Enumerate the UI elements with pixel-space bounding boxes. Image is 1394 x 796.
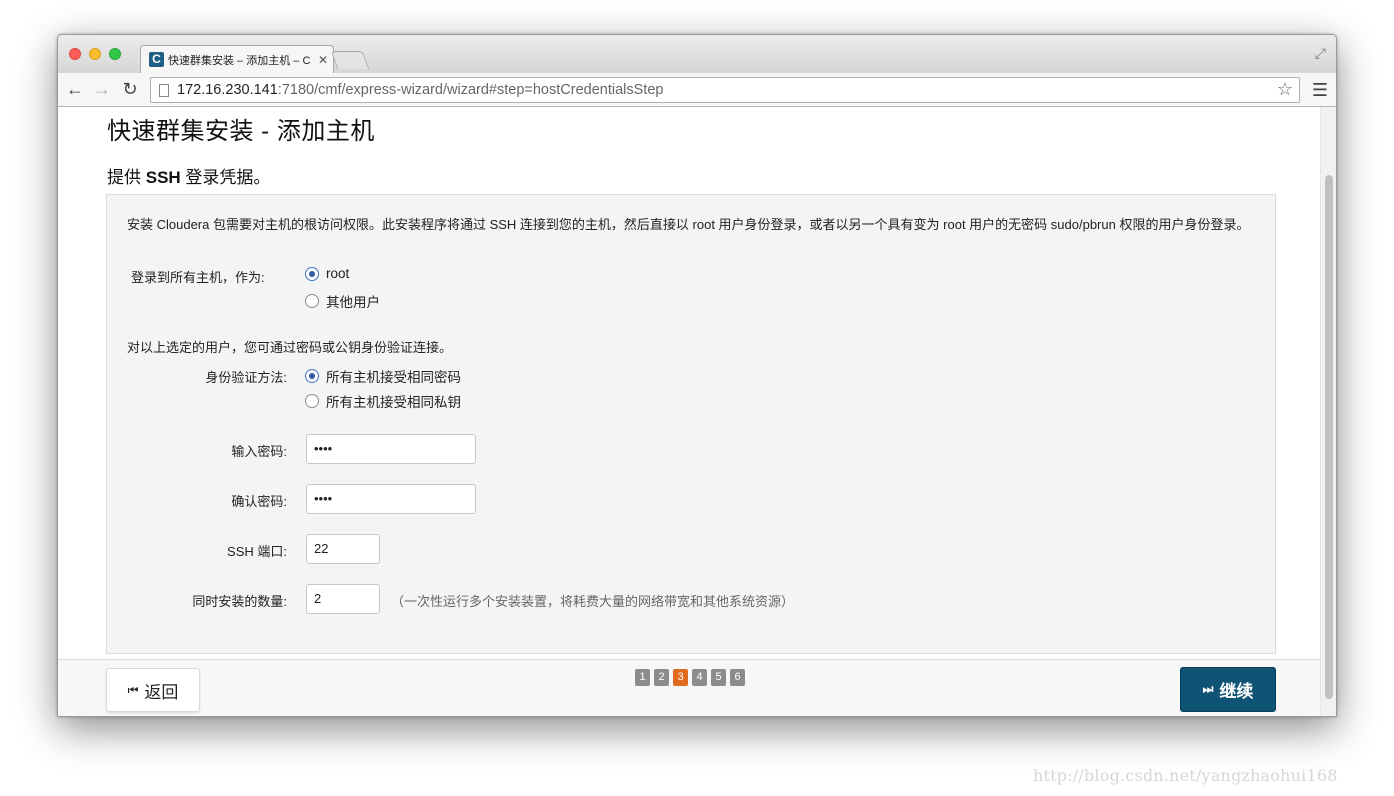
- star-icon[interactable]: ☆: [1277, 79, 1293, 100]
- credentials-panel: 安装 Cloudera 包需要对主机的根访问权限。此安装程序将通过 SSH 连接…: [106, 194, 1276, 654]
- ssh-port-label: SSH 端口:: [227, 544, 287, 559]
- radio-checked[interactable]: [305, 266, 319, 281]
- url-host: 172.16.230.141: [177, 82, 278, 98]
- title-bar: C 快速群集安装 – 添加主机 – C ✕ ⤢: [58, 35, 1336, 73]
- close-window-button[interactable]: [69, 48, 81, 60]
- parallel-installs-input[interactable]: 2: [306, 584, 380, 614]
- step-3-active[interactable]: 3: [673, 669, 688, 686]
- login-label: 登录到所有主机，作为:: [131, 270, 265, 285]
- auth-option-password[interactable]: 所有主机接受相同密码: [305, 366, 461, 386]
- reload-icon[interactable]: ↻: [119, 79, 141, 100]
- browser-window: C 快速群集安装 – 添加主机 – C ✕ ⤢ ← → ↻ 172.16.230…: [57, 34, 1337, 717]
- url-path: :7180/cmf/express-wizard/wizard#step=hos…: [277, 82, 664, 98]
- radio-unchecked[interactable]: [305, 294, 319, 308]
- section-title: 提供 SSH 登录凭据。: [107, 163, 270, 188]
- hamburger-menu-icon[interactable]: ☰: [1312, 80, 1328, 101]
- tab-title: 快速群集安装 – 添加主机 – C: [168, 54, 311, 67]
- wizard-steps: 1 2 3 4 5 6: [635, 669, 749, 686]
- page-icon: [159, 83, 169, 97]
- scrollbar-thumb[interactable]: [1325, 175, 1333, 699]
- auth-option-label: 所有主机接受相同私钥: [326, 395, 461, 410]
- address-bar[interactable]: 172.16.230.141:7180/cmf/express-wizard/w…: [150, 77, 1300, 103]
- zoom-window-button[interactable]: [109, 48, 121, 60]
- step-6[interactable]: 6: [730, 669, 745, 686]
- radio-checked[interactable]: [305, 369, 319, 383]
- section-title-prefix: 提供: [107, 168, 146, 187]
- arrow-right-icon[interactable]: →: [91, 79, 113, 100]
- step-2[interactable]: 2: [654, 669, 669, 686]
- skip-forward-icon: ⏭: [1202, 682, 1214, 696]
- login-option-label: 其他用户: [326, 295, 380, 310]
- password-label: 输入密码:: [231, 444, 287, 459]
- login-option-other-user[interactable]: 其他用户: [305, 291, 380, 311]
- ssh-port-input[interactable]: 22: [306, 534, 380, 564]
- login-option-label: root: [326, 266, 350, 281]
- new-tab-button[interactable]: [330, 51, 370, 69]
- continue-button[interactable]: ⏭ 继续: [1180, 667, 1276, 712]
- auth-option-label: 所有主机接受相同密码: [326, 370, 461, 385]
- confirm-password-input[interactable]: ••••: [306, 484, 476, 514]
- page-title: 快速群集安装 - 添加主机: [107, 118, 375, 145]
- page-content: 快速群集安装 - 添加主机 提供 SSH 登录凭据。 安装 Cloudera 包…: [58, 107, 1322, 716]
- intro-text: 安装 Cloudera 包需要对主机的根访问权限。此安装程序将通过 SSH 连接…: [127, 217, 1250, 232]
- auth-note: 对以上选定的用户，您可通过密码或公钥身份验证连接。: [127, 340, 453, 355]
- browser-toolbar: ← → ↻ 172.16.230.141:7180/cmf/express-wi…: [58, 73, 1336, 107]
- radio-unchecked[interactable]: [305, 394, 319, 408]
- password-input[interactable]: ••••: [306, 434, 476, 464]
- continue-button-label: 继续: [1219, 682, 1254, 701]
- cloudera-favicon-icon: C: [149, 52, 164, 67]
- parallel-installs-hint: （一次性运行多个安装装置，将耗费大量的网络带宽和其他系统资源）: [391, 594, 795, 609]
- section-title-suffix: 登录凭据。: [180, 168, 271, 187]
- auth-method-label: 身份验证方法:: [205, 370, 287, 385]
- parallel-installs-label: 同时安装的数量:: [192, 594, 287, 609]
- section-title-bold: SSH: [145, 168, 181, 187]
- scrollbar[interactable]: [1320, 107, 1336, 716]
- login-option-root[interactable]: root: [305, 266, 349, 281]
- watermark: http://blog.csdn.net/yangzhaohui168: [1033, 766, 1338, 785]
- arrow-left-icon[interactable]: ←: [64, 79, 86, 100]
- back-button[interactable]: ⏮ 返回: [106, 668, 200, 712]
- back-button-label: 返回: [144, 682, 179, 702]
- confirm-password-label: 确认密码:: [231, 494, 287, 509]
- browser-tab[interactable]: C 快速群集安装 – 添加主机 – C ✕: [140, 45, 334, 73]
- step-4[interactable]: 4: [692, 669, 707, 686]
- auth-option-private-key[interactable]: 所有主机接受相同私钥: [305, 391, 461, 411]
- fullscreen-icon[interactable]: ⤢: [1315, 45, 1326, 62]
- skip-back-icon: ⏮: [127, 682, 139, 697]
- wizard-footer: ⏮ 返回 1 2 3 4 5 6 ⏭ 继续: [58, 659, 1322, 716]
- step-5[interactable]: 5: [711, 669, 726, 686]
- tab-close-icon[interactable]: ✕: [318, 53, 328, 67]
- step-1[interactable]: 1: [635, 669, 650, 686]
- minimize-window-button[interactable]: [89, 48, 101, 60]
